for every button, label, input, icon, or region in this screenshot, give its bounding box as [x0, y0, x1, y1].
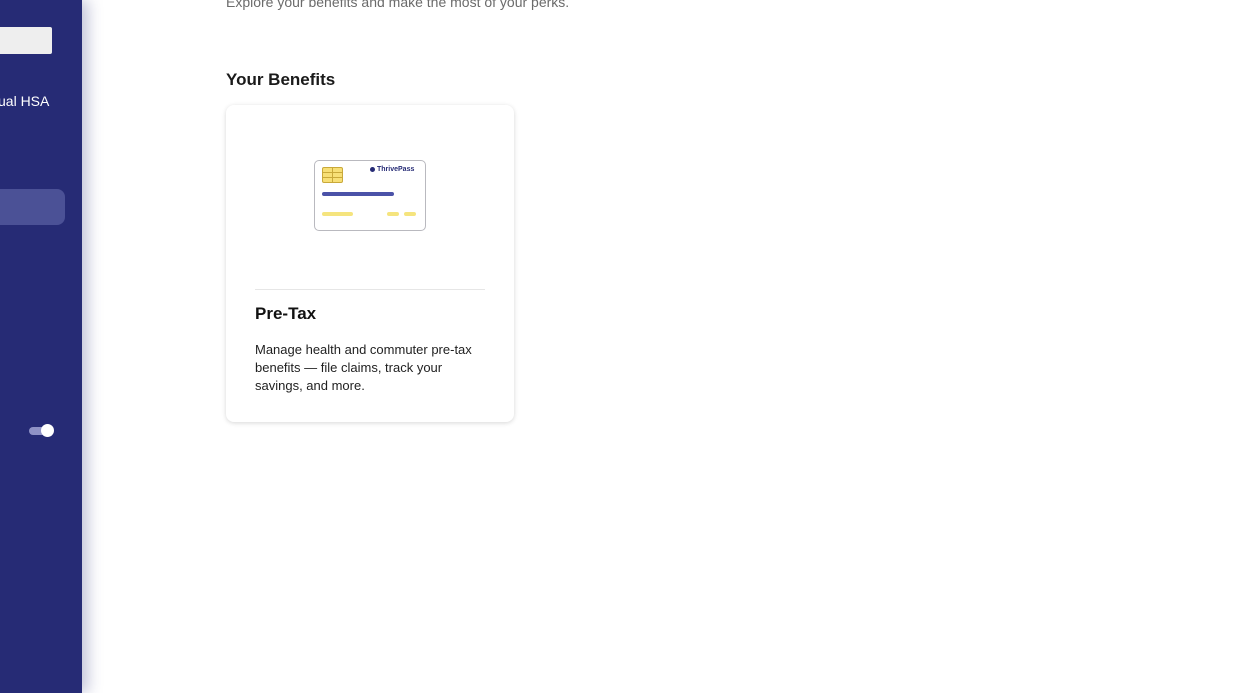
credit-card-icon: ThrivePass — [314, 160, 426, 231]
page-subtitle: Explore your benefits and make the most … — [226, 0, 570, 10]
card-title: Pre-Tax — [255, 304, 317, 323]
toggle-switch-icon[interactable] — [29, 424, 55, 438]
card-description: Manage health and commuter pre-tax benef… — [255, 342, 472, 393]
card-stripe — [404, 212, 416, 216]
toggle-knob — [41, 424, 54, 437]
card-stripe — [322, 192, 394, 196]
card-chip-icon — [322, 167, 343, 183]
card-stripe — [322, 212, 353, 216]
sidebar-item-active[interactable] — [0, 189, 65, 225]
card-divider — [255, 289, 485, 290]
brand-logo: ThrivePass — [370, 166, 424, 176]
benefit-card-pre-tax[interactable]: ThrivePass Pre-Tax Manage health and com… — [226, 105, 514, 422]
section-title: Your Benefits — [226, 70, 336, 89]
sidebar-item-hsa[interactable]: ual HSA — [0, 93, 49, 109]
sidebar-search-input[interactable] — [0, 27, 52, 54]
sidebar: ual HSA — [0, 0, 82, 693]
card-stripe — [387, 212, 399, 216]
brand-logo-text: ThrivePass — [377, 166, 415, 173]
